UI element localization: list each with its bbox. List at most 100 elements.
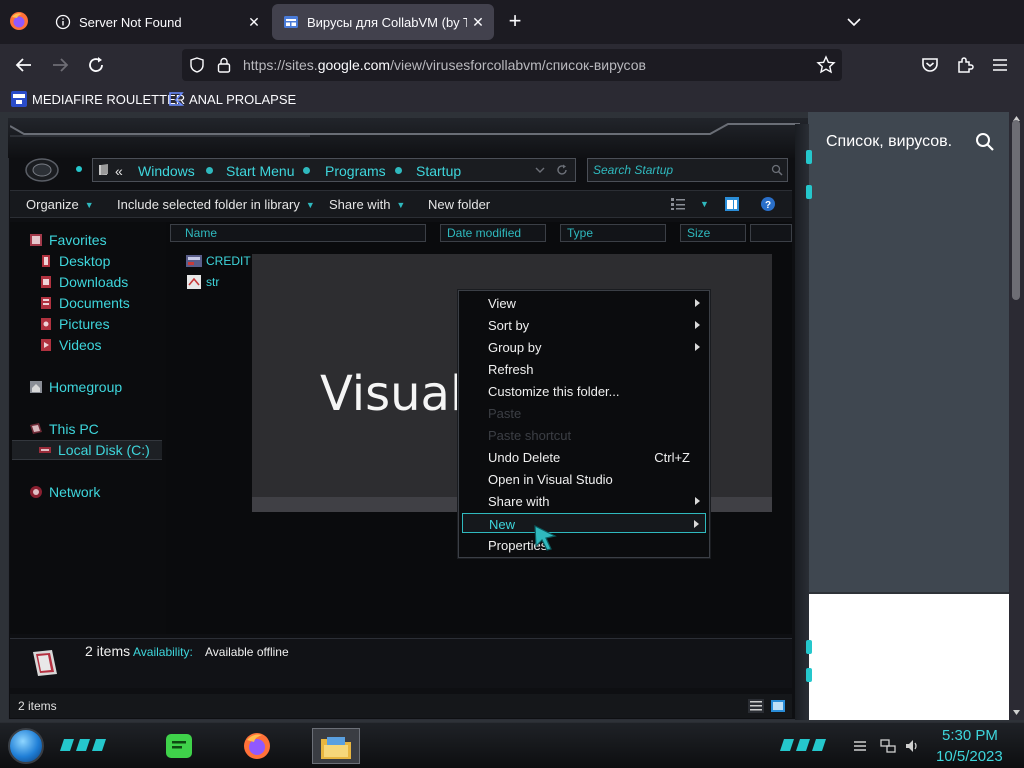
- nav-videos[interactable]: Videos: [39, 336, 102, 354]
- button-label: New folder: [428, 197, 491, 212]
- url-text[interactable]: https://sites.google.com/view/virusesfor…: [243, 57, 646, 73]
- taskbar-app-firefox[interactable]: [236, 728, 280, 764]
- column-header-type[interactable]: Type: [560, 224, 666, 242]
- column-header-size[interactable]: Size: [680, 224, 746, 242]
- preview-pane-icon[interactable]: [724, 196, 740, 212]
- refresh-icon[interactable]: [555, 163, 569, 177]
- bookmark-second[interactable]: ANAL PROLAPSE: [168, 89, 296, 109]
- breadcrumb-start-menu[interactable]: Start Menu: [226, 163, 294, 179]
- menu-item-label: Customize this folder...: [488, 384, 620, 399]
- breadcrumb-programs[interactable]: Programs: [325, 163, 386, 179]
- close-tab-icon[interactable]: ✕: [470, 14, 486, 30]
- menu-icon[interactable]: [988, 53, 1012, 77]
- start-button[interactable]: [8, 728, 44, 764]
- nav-desktop[interactable]: Desktop: [39, 252, 110, 270]
- new-folder-button[interactable]: New folder: [428, 197, 490, 212]
- breadcrumb-separator[interactable]: [206, 167, 213, 174]
- menu-item-properties[interactable]: Properties: [462, 535, 706, 555]
- explorer-orb-icon[interactable]: [24, 156, 60, 184]
- reload-icon[interactable]: [84, 53, 108, 77]
- column-header-date-modified[interactable]: Date modified: [440, 224, 546, 242]
- nav-network[interactable]: Network: [29, 483, 100, 501]
- nav-documents[interactable]: Documents: [39, 294, 130, 312]
- view-dropdown-arrow-icon[interactable]: ▼: [700, 199, 709, 209]
- submenu-arrow-icon: [694, 520, 699, 528]
- volume-icon[interactable]: [904, 738, 920, 754]
- large-icons-view-icon[interactable]: [770, 699, 786, 713]
- menu-item-share-with[interactable]: Share with: [462, 491, 706, 511]
- taskbar-app-explorer[interactable]: [312, 728, 360, 764]
- view-options-icon[interactable]: [670, 197, 686, 211]
- nav-this-pc[interactable]: This PC: [29, 420, 99, 438]
- scroll-down-icon[interactable]: [1012, 708, 1021, 717]
- taskbar-app-notes[interactable]: [158, 728, 202, 764]
- menu-item-label: Paste shortcut: [488, 428, 572, 443]
- nav-homegroup[interactable]: Homegroup: [29, 378, 122, 396]
- menu-item-group-by[interactable]: Group by: [462, 337, 706, 357]
- tab-viruses-collabvm[interactable]: Вирусы для CollabVM (by TestD ✕: [272, 4, 494, 40]
- menu-item-paste: Paste: [462, 403, 706, 423]
- share-with-button[interactable]: Share with ▼: [329, 197, 405, 212]
- firefox-icon[interactable]: [9, 11, 29, 31]
- bookmark-star-icon[interactable]: [816, 55, 836, 75]
- url-bar[interactable]: https://sites.google.com/view/virusesfor…: [182, 49, 842, 81]
- lock-icon[interactable]: [216, 56, 232, 74]
- menu-item-label: Share with: [488, 494, 550, 509]
- nav-downloads[interactable]: Downloads: [39, 273, 128, 291]
- nav-label: Desktop: [59, 253, 111, 269]
- forward-arrow-icon[interactable]: [48, 53, 72, 77]
- file-row[interactable]: CREDIT C: [186, 252, 262, 270]
- clock-time[interactable]: 5:30 PM: [942, 727, 998, 744]
- tab-server-not-found[interactable]: Server Not Found ✕: [44, 4, 270, 40]
- menu-item-view[interactable]: View: [462, 293, 706, 313]
- file-row[interactable]: str: [186, 273, 219, 291]
- nav-label: Homegroup: [49, 379, 123, 395]
- downloads-icon: [41, 276, 51, 288]
- preview-title: Visual: [320, 366, 464, 422]
- breadcrumb-windows[interactable]: Windows: [138, 163, 195, 179]
- search-input[interactable]: [593, 162, 763, 178]
- back-arrow-icon[interactable]: [12, 53, 36, 77]
- submenu-arrow-icon: [695, 497, 700, 505]
- submenu-arrow-icon: [695, 299, 700, 307]
- nav-pictures[interactable]: Pictures: [39, 315, 110, 333]
- close-tab-icon[interactable]: ✕: [246, 14, 262, 30]
- svg-text:?: ?: [765, 200, 771, 211]
- shield-icon[interactable]: [188, 56, 206, 74]
- help-icon[interactable]: ?: [760, 196, 776, 212]
- bookmark-mediafire[interactable]: MEDIAFIRE ROULETTER: [11, 89, 185, 109]
- pocket-icon[interactable]: [918, 53, 942, 77]
- search-icon[interactable]: [771, 164, 783, 176]
- menu-item-customize-folder[interactable]: Customize this folder...: [462, 381, 706, 401]
- site-title[interactable]: Список, вирусов.: [826, 133, 952, 151]
- shortcut-file-icon: [186, 255, 202, 267]
- menu-item-undo-delete[interactable]: Undo Delete Ctrl+Z: [462, 447, 706, 467]
- documents-icon: [41, 297, 51, 309]
- clock-date[interactable]: 10/5/2023: [936, 748, 1003, 765]
- search-box[interactable]: [587, 158, 788, 182]
- new-tab-button[interactable]: +: [504, 10, 526, 33]
- nav-local-disk[interactable]: Local Disk (C:): [12, 440, 162, 460]
- videos-icon: [41, 339, 51, 351]
- menu-item-open-in-visual-studio[interactable]: Open in Visual Studio: [462, 469, 706, 489]
- column-header-name[interactable]: Name: [170, 224, 426, 242]
- chevron-down-icon[interactable]: [535, 165, 545, 175]
- breadcrumb-startup[interactable]: Startup: [416, 163, 461, 179]
- search-icon[interactable]: [974, 131, 996, 153]
- menu-item-sort-by[interactable]: Sort by: [462, 315, 706, 335]
- breadcrumb-separator[interactable]: [395, 167, 402, 174]
- details-view-icon[interactable]: [748, 699, 764, 713]
- menu-item-refresh[interactable]: Refresh: [462, 359, 706, 379]
- menu-item-new[interactable]: New: [462, 513, 706, 533]
- network-tray-icon[interactable]: [880, 738, 896, 754]
- address-bar[interactable]: « Windows Start Menu Programs Startup: [92, 158, 576, 182]
- organize-button[interactable]: Organize ▼: [26, 197, 94, 212]
- breadcrumb-separator[interactable]: [303, 167, 310, 174]
- nav-favorites[interactable]: Favorites: [29, 231, 107, 249]
- include-in-library-button[interactable]: Include selected folder in library ▼: [117, 197, 315, 212]
- scroll-thumb[interactable]: [1012, 120, 1020, 300]
- breadcrumb-overflow[interactable]: «: [115, 163, 123, 179]
- extensions-icon[interactable]: [953, 53, 977, 77]
- chevron-down-icon[interactable]: [844, 12, 864, 32]
- action-center-icon[interactable]: [852, 738, 868, 754]
